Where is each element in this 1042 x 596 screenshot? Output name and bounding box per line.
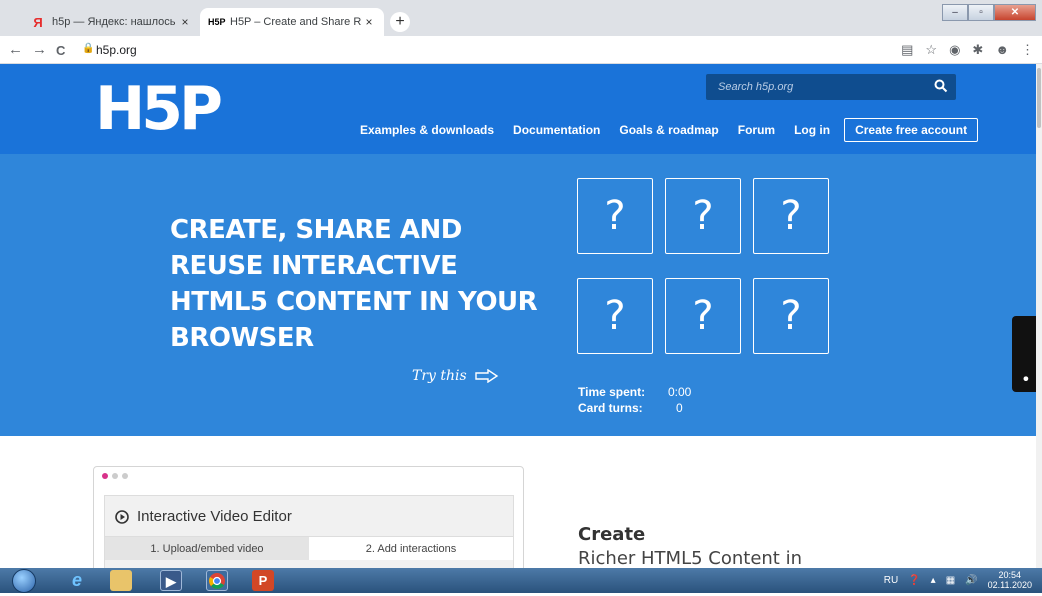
clock-time: 20:54 (998, 570, 1022, 580)
editor-title: Interactive Video Editor (115, 508, 292, 525)
menu-goals-roadmap[interactable]: Goals & roadmap (619, 123, 718, 137)
clock[interactable]: 20:54 02.11.2020 (988, 570, 1032, 590)
section-subheading: Richer HTML5 Content in (578, 548, 802, 568)
new-tab-button[interactable]: + (390, 12, 410, 32)
puzzle-icon[interactable]: ✱ (972, 42, 983, 58)
try-this-hint: Try this (412, 368, 499, 384)
search-box (706, 74, 956, 100)
interactive-video-editor: Interactive Video Editor 1. Upload/embed… (104, 495, 514, 568)
close-window-button[interactable]: ✕ (994, 4, 1036, 21)
tab-close-icon[interactable]: × (178, 15, 192, 29)
tab-add-interactions[interactable]: 2. Add interactions (309, 536, 513, 560)
powerpoint-icon[interactable]: P (252, 570, 274, 591)
editor-title-text: Interactive Video Editor (137, 508, 292, 525)
try-this-label: Try this (412, 368, 467, 384)
windows-taskbar: e ▶ P RU ❓ ▴ ▦ 🔊 20:54 02.11.2020 (0, 568, 1042, 593)
network-icon[interactable]: ▦ (946, 575, 955, 586)
forward-icon[interactable]: → (32, 41, 47, 58)
system-tray: RU ❓ ▴ ▦ 🔊 20:54 02.11.2020 (884, 570, 1032, 590)
maximize-button[interactable]: ▫ (968, 4, 994, 21)
editor-tabs: 1. Upload/embed video 2. Add interaction… (105, 536, 513, 560)
tab-yandex[interactable]: Я h5p — Яндекс: нашлось 23 млн × (22, 8, 200, 36)
h5p-favicon-icon: H5P (208, 17, 226, 27)
language-indicator[interactable]: RU (884, 575, 898, 586)
page-scrollbar[interactable] (1036, 64, 1042, 568)
chrome-icon[interactable] (206, 570, 228, 591)
hero-section: CREATE, SHARE AND REUSE INTERACTIVE HTML… (0, 154, 1042, 436)
explorer-folder-icon[interactable] (110, 570, 132, 591)
tab-title: H5P – Create and Share Rich HTML (230, 16, 362, 28)
yandex-favicon-icon: Я (33, 14, 43, 30)
menu-icon[interactable]: ⋮ (1021, 42, 1034, 58)
minimize-button[interactable]: – (942, 4, 968, 21)
tray-arrow-icon[interactable]: ▴ (931, 575, 936, 586)
tab-title: h5p — Яндекс: нашлось 23 млн (52, 16, 178, 28)
create-account-button[interactable]: Create free account (844, 118, 979, 142)
h5p-logo[interactable]: H5P (95, 74, 223, 144)
extension-toolbar: ▤ ☆ ◉ ✱ ☻ ⋮ (901, 42, 1034, 58)
feedback-label: ● feedback (1020, 362, 1042, 382)
media-player-icon[interactable]: ▶ (160, 570, 182, 591)
back-icon[interactable]: ← (8, 41, 23, 58)
menu-login[interactable]: Log in (794, 123, 830, 137)
memory-card[interactable]: ? (665, 178, 741, 254)
lock-icon: 🔒 (82, 43, 95, 54)
memory-card[interactable]: ? (753, 178, 829, 254)
time-spent-value: 0:00 (668, 385, 692, 399)
help-icon[interactable]: ❓ (908, 575, 920, 586)
internet-explorer-icon[interactable]: e (66, 570, 88, 591)
star-icon[interactable]: ☆ (925, 42, 937, 58)
search-icon[interactable] (934, 79, 948, 93)
account-icon[interactable]: ☻ (995, 42, 1009, 58)
tab-h5p[interactable]: H5P H5P – Create and Share Rich HTML × (200, 8, 384, 36)
site-header: H5P Examples & downloads Documentation G… (0, 64, 1042, 154)
address-bar: ← → C 🔒 h5p.org ▤ ☆ ◉ ✱ ☻ ⋮ (0, 36, 1042, 64)
memory-card[interactable]: ? (577, 178, 653, 254)
clock-date: 02.11.2020 (987, 580, 1032, 590)
window-dots (102, 473, 128, 479)
reload-icon[interactable]: C (56, 43, 65, 58)
time-spent-label: Time spent: (578, 385, 646, 399)
chrome-logo-icon (209, 573, 225, 589)
card-turns-value: 0 (676, 401, 683, 415)
start-button[interactable] (12, 569, 36, 593)
window-controls: – ▫ ✕ (942, 4, 1036, 21)
arrow-right-icon (475, 369, 498, 383)
editor-preview-window: Interactive Video Editor 1. Upload/embed… (93, 466, 524, 568)
web-page: H5P Examples & downloads Documentation G… (0, 64, 1042, 568)
content-section: Interactive Video Editor 1. Upload/embed… (0, 436, 1042, 568)
game-stats: Time spent: 0:00 Card turns: 0 (578, 384, 691, 416)
tab-close-icon[interactable]: × (362, 15, 376, 29)
section-heading: Create (578, 524, 646, 545)
card-turns-label: Card turns: (578, 401, 643, 415)
volume-icon[interactable]: 🔊 (965, 575, 977, 586)
translate-icon[interactable]: ▤ (901, 42, 913, 58)
play-circle-icon (115, 509, 129, 524)
memory-card[interactable]: ? (753, 278, 829, 354)
browser-tab-strip: Я h5p — Яндекс: нашлось 23 млн × H5P H5P… (0, 0, 1042, 36)
menu-documentation[interactable]: Documentation (513, 123, 600, 137)
tab-upload-embed-video[interactable]: 1. Upload/embed video (105, 536, 309, 560)
profile-icon[interactable]: ◉ (949, 42, 960, 58)
memory-card[interactable]: ? (577, 278, 653, 354)
menu-examples-downloads[interactable]: Examples & downloads (360, 123, 494, 137)
memory-card[interactable]: ? (665, 278, 741, 354)
search-input[interactable] (706, 74, 926, 100)
menu-forum[interactable]: Forum (738, 123, 775, 137)
main-menu: Examples & downloads Documentation Goals… (360, 118, 979, 142)
hero-headline: CREATE, SHARE AND REUSE INTERACTIVE HTML… (170, 215, 538, 353)
url-field[interactable]: h5p.org (96, 43, 137, 57)
